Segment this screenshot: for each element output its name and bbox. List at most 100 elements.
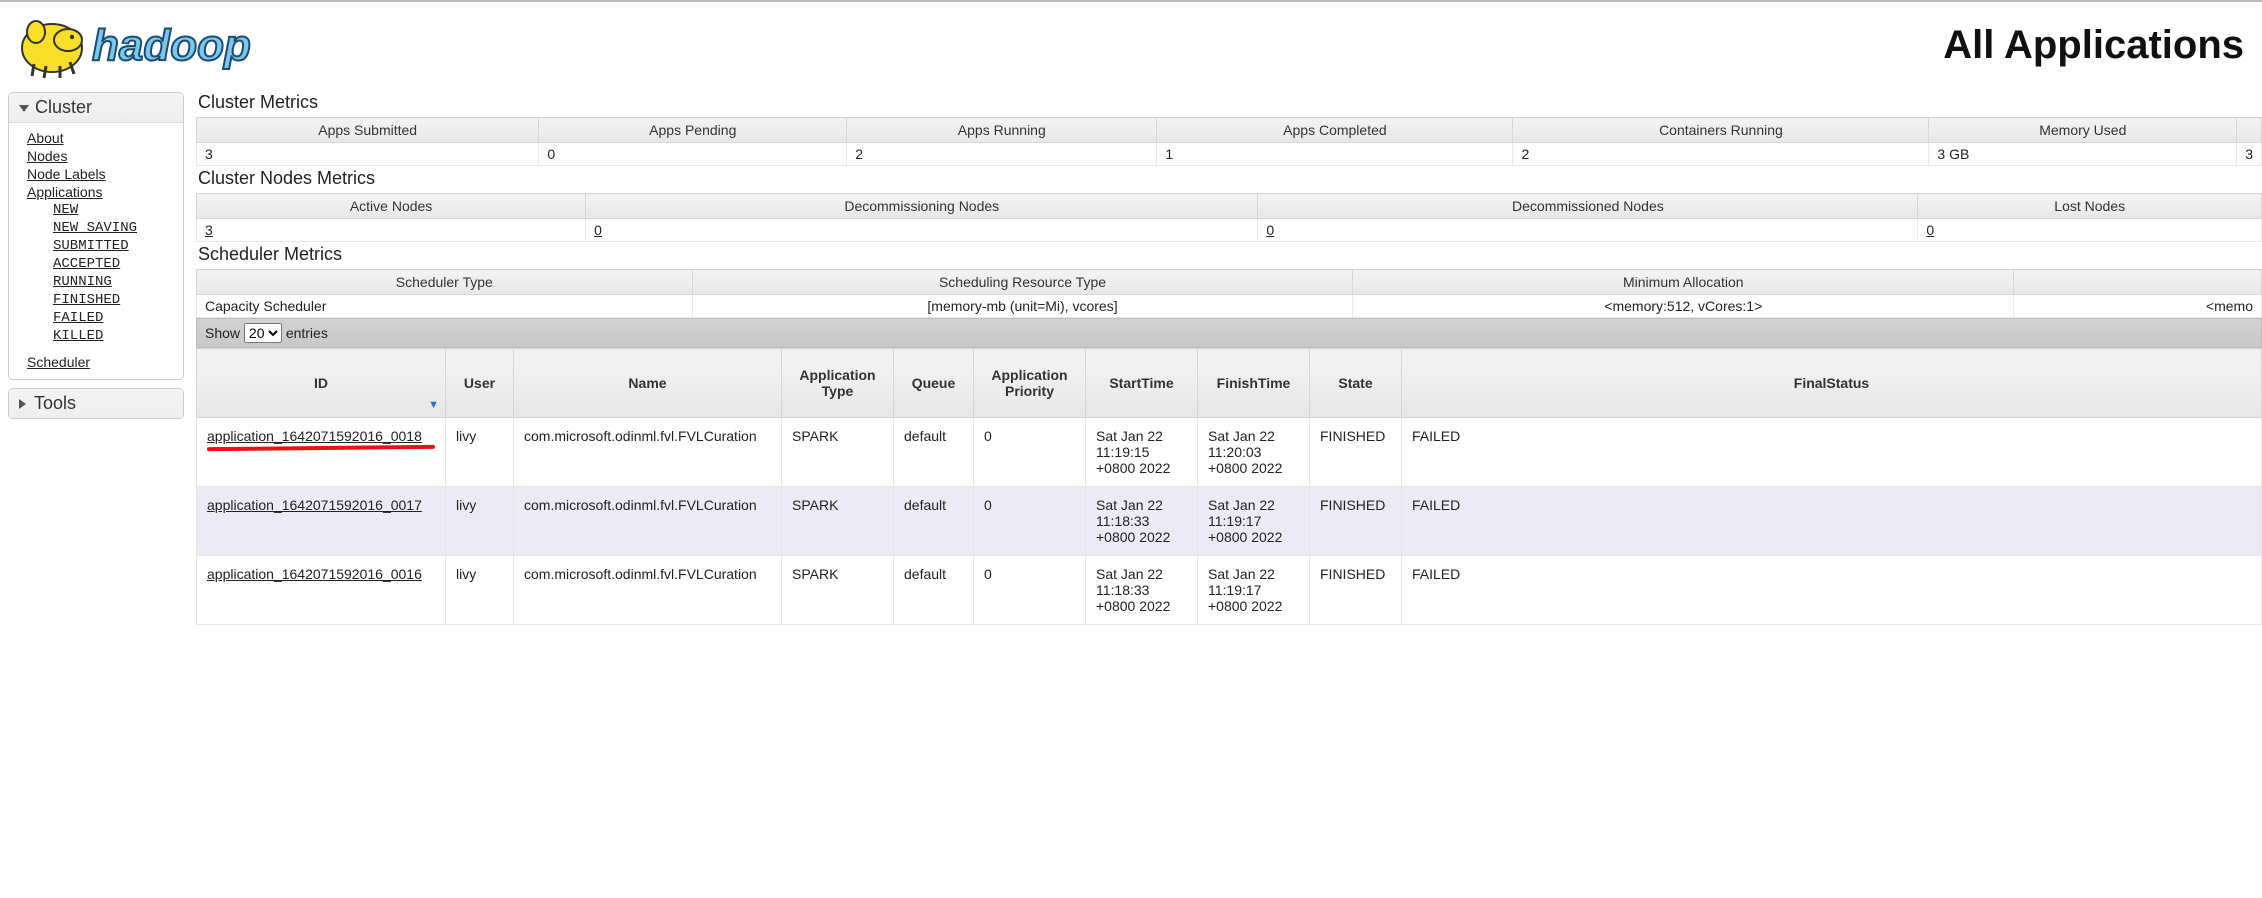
col-finish[interactable]: FinishTime xyxy=(1198,349,1310,418)
show-label-post: entries xyxy=(286,325,328,341)
th-max-alloc[interactable] xyxy=(2014,270,2262,295)
link-decomm-nodes[interactable]: 0 xyxy=(594,222,602,238)
th-apps-submitted[interactable]: Apps Submitted xyxy=(197,118,539,143)
th-containers-running[interactable]: Containers Running xyxy=(1513,118,1929,143)
td-sched-resource-type: [memory-mb (unit=Mi), vcores] xyxy=(692,295,1353,318)
cell-app-type: SPARK xyxy=(782,418,894,487)
th-apps-completed[interactable]: Apps Completed xyxy=(1157,118,1513,143)
cell-state: FINISHED xyxy=(1310,487,1402,556)
scheduler-metrics-table: Scheduler Type Scheduling Resource Type … xyxy=(196,269,2262,318)
cell-user: livy xyxy=(446,418,514,487)
cell-queue: default xyxy=(894,556,974,625)
page-size-select[interactable]: 20 xyxy=(244,323,282,343)
table-row: application_1642071592016_0016livycom.mi… xyxy=(197,556,2262,625)
col-queue[interactable]: Queue xyxy=(894,349,974,418)
nav-app-finished[interactable]: FINISHED xyxy=(53,292,120,308)
th-decommed-nodes[interactable]: Decommissioned Nodes xyxy=(1258,194,1918,219)
link-active-nodes[interactable]: 3 xyxy=(205,222,213,238)
nav-applications[interactable]: Applications xyxy=(27,184,103,200)
chevron-down-icon xyxy=(19,105,29,112)
nav-node-labels[interactable]: Node Labels xyxy=(27,166,106,182)
cell-finish: Sat Jan 22 11:19:17 +0800 2022 xyxy=(1198,487,1310,556)
th-more xyxy=(2237,118,2262,143)
annotation-underline xyxy=(207,445,435,451)
cell-priority: 0 xyxy=(974,418,1086,487)
col-user[interactable]: User xyxy=(446,349,514,418)
th-decomm-nodes[interactable]: Decommissioning Nodes xyxy=(586,194,1258,219)
cell-priority: 0 xyxy=(974,487,1086,556)
cell-user: livy xyxy=(446,487,514,556)
sort-desc-icon: ▼ xyxy=(428,399,439,411)
cell-state: FINISHED xyxy=(1310,556,1402,625)
nav-app-submitted[interactable]: SUBMITTED xyxy=(53,238,129,254)
sidebar-panel-cluster: Cluster About Nodes Node Labels Applicat… xyxy=(8,92,184,380)
th-min-alloc[interactable]: Minimum Allocation xyxy=(1353,270,2014,295)
col-state[interactable]: State xyxy=(1310,349,1402,418)
chevron-right-icon xyxy=(19,399,26,409)
th-apps-pending[interactable]: Apps Pending xyxy=(539,118,847,143)
cluster-nodes-metrics-table: Active Nodes Decommissioning Nodes Decom… xyxy=(196,193,2262,242)
td-memory-used: 3 GB xyxy=(1929,143,2237,166)
sidebar-panel-header-tools[interactable]: Tools xyxy=(9,389,183,418)
section-cluster-nodes-metrics: Cluster Nodes Metrics xyxy=(196,166,2262,193)
td-apps-submitted: 3 xyxy=(197,143,539,166)
nav-about[interactable]: About xyxy=(27,130,64,146)
cell-start: Sat Jan 22 11:18:33 +0800 2022 xyxy=(1086,487,1198,556)
col-id[interactable]: ID▼ xyxy=(197,349,446,418)
link-lost-nodes[interactable]: 0 xyxy=(1926,222,1934,238)
nav-nodes[interactable]: Nodes xyxy=(27,148,67,164)
col-name[interactable]: Name xyxy=(514,349,782,418)
nav-app-new[interactable]: NEW xyxy=(53,202,78,218)
app-id-link[interactable]: application_1642071592016_0016 xyxy=(207,566,422,582)
sidebar-panel-header-cluster[interactable]: Cluster xyxy=(9,93,183,123)
cell-start: Sat Jan 22 11:19:15 +0800 2022 xyxy=(1086,418,1198,487)
table-row: application_1642071592016_0018livycom.mi… xyxy=(197,418,2262,487)
th-apps-running[interactable]: Apps Running xyxy=(847,118,1157,143)
cell-app-id: application_1642071592016_0017 xyxy=(197,487,446,556)
cell-app-type: SPARK xyxy=(782,556,894,625)
cell-priority: 0 xyxy=(974,556,1086,625)
cell-state: FINISHED xyxy=(1310,418,1402,487)
cell-queue: default xyxy=(894,487,974,556)
cell-finish: Sat Jan 22 11:20:03 +0800 2022 xyxy=(1198,418,1310,487)
link-decommed-nodes[interactable]: 0 xyxy=(1266,222,1274,238)
col-final-status[interactable]: FinalStatus xyxy=(1402,349,2262,418)
sidebar-title-cluster: Cluster xyxy=(35,97,92,117)
nav-app-accepted[interactable]: ACCEPTED xyxy=(53,256,120,272)
section-cluster-metrics: Cluster Metrics xyxy=(196,90,2262,117)
table-row: application_1642071592016_0017livycom.mi… xyxy=(197,487,2262,556)
td-max-alloc: <memo xyxy=(2014,295,2262,318)
page-title: All Applications xyxy=(1943,23,2244,68)
cell-app-type: SPARK xyxy=(782,487,894,556)
col-start[interactable]: StartTime xyxy=(1086,349,1198,418)
col-app-type[interactable]: Application Type xyxy=(782,349,894,418)
col-priority[interactable]: Application Priority xyxy=(974,349,1086,418)
app-id-link[interactable]: application_1642071592016_0018 xyxy=(207,428,422,444)
cell-queue: default xyxy=(894,418,974,487)
nav-app-killed[interactable]: KILLED xyxy=(53,328,103,344)
show-label-pre: Show xyxy=(205,325,240,341)
svg-text:hadoop: hadoop xyxy=(92,21,251,70)
th-lost-nodes[interactable]: Lost Nodes xyxy=(1918,194,2262,219)
sidebar-panel-tools: Tools xyxy=(8,388,184,419)
app-id-link[interactable]: application_1642071592016_0017 xyxy=(207,497,422,513)
nav-app-new-saving[interactable]: NEW_SAVING xyxy=(53,220,137,236)
cell-app-id: application_1642071592016_0018 xyxy=(197,418,446,487)
sidebar-title-tools: Tools xyxy=(34,393,76,413)
th-sched-resource-type[interactable]: Scheduling Resource Type xyxy=(692,270,1353,295)
th-sched-type[interactable]: Scheduler Type xyxy=(197,270,693,295)
td-apps-pending: 0 xyxy=(539,143,847,166)
td-containers-running: 2 xyxy=(1513,143,1929,166)
th-memory-used[interactable]: Memory Used xyxy=(1929,118,2237,143)
cell-final-status: FAILED xyxy=(1402,556,2262,625)
cluster-metrics-table: Apps Submitted Apps Pending Apps Running… xyxy=(196,117,2262,166)
cell-user: livy xyxy=(446,556,514,625)
th-active-nodes[interactable]: Active Nodes xyxy=(197,194,586,219)
cell-final-status: FAILED xyxy=(1402,487,2262,556)
nav-scheduler[interactable]: Scheduler xyxy=(27,354,90,370)
td-more: 3 xyxy=(2237,143,2262,166)
td-sched-type: Capacity Scheduler xyxy=(197,295,693,318)
td-apps-completed: 1 xyxy=(1157,143,1513,166)
nav-app-failed[interactable]: FAILED xyxy=(53,310,103,326)
nav-app-running[interactable]: RUNNING xyxy=(53,274,112,290)
